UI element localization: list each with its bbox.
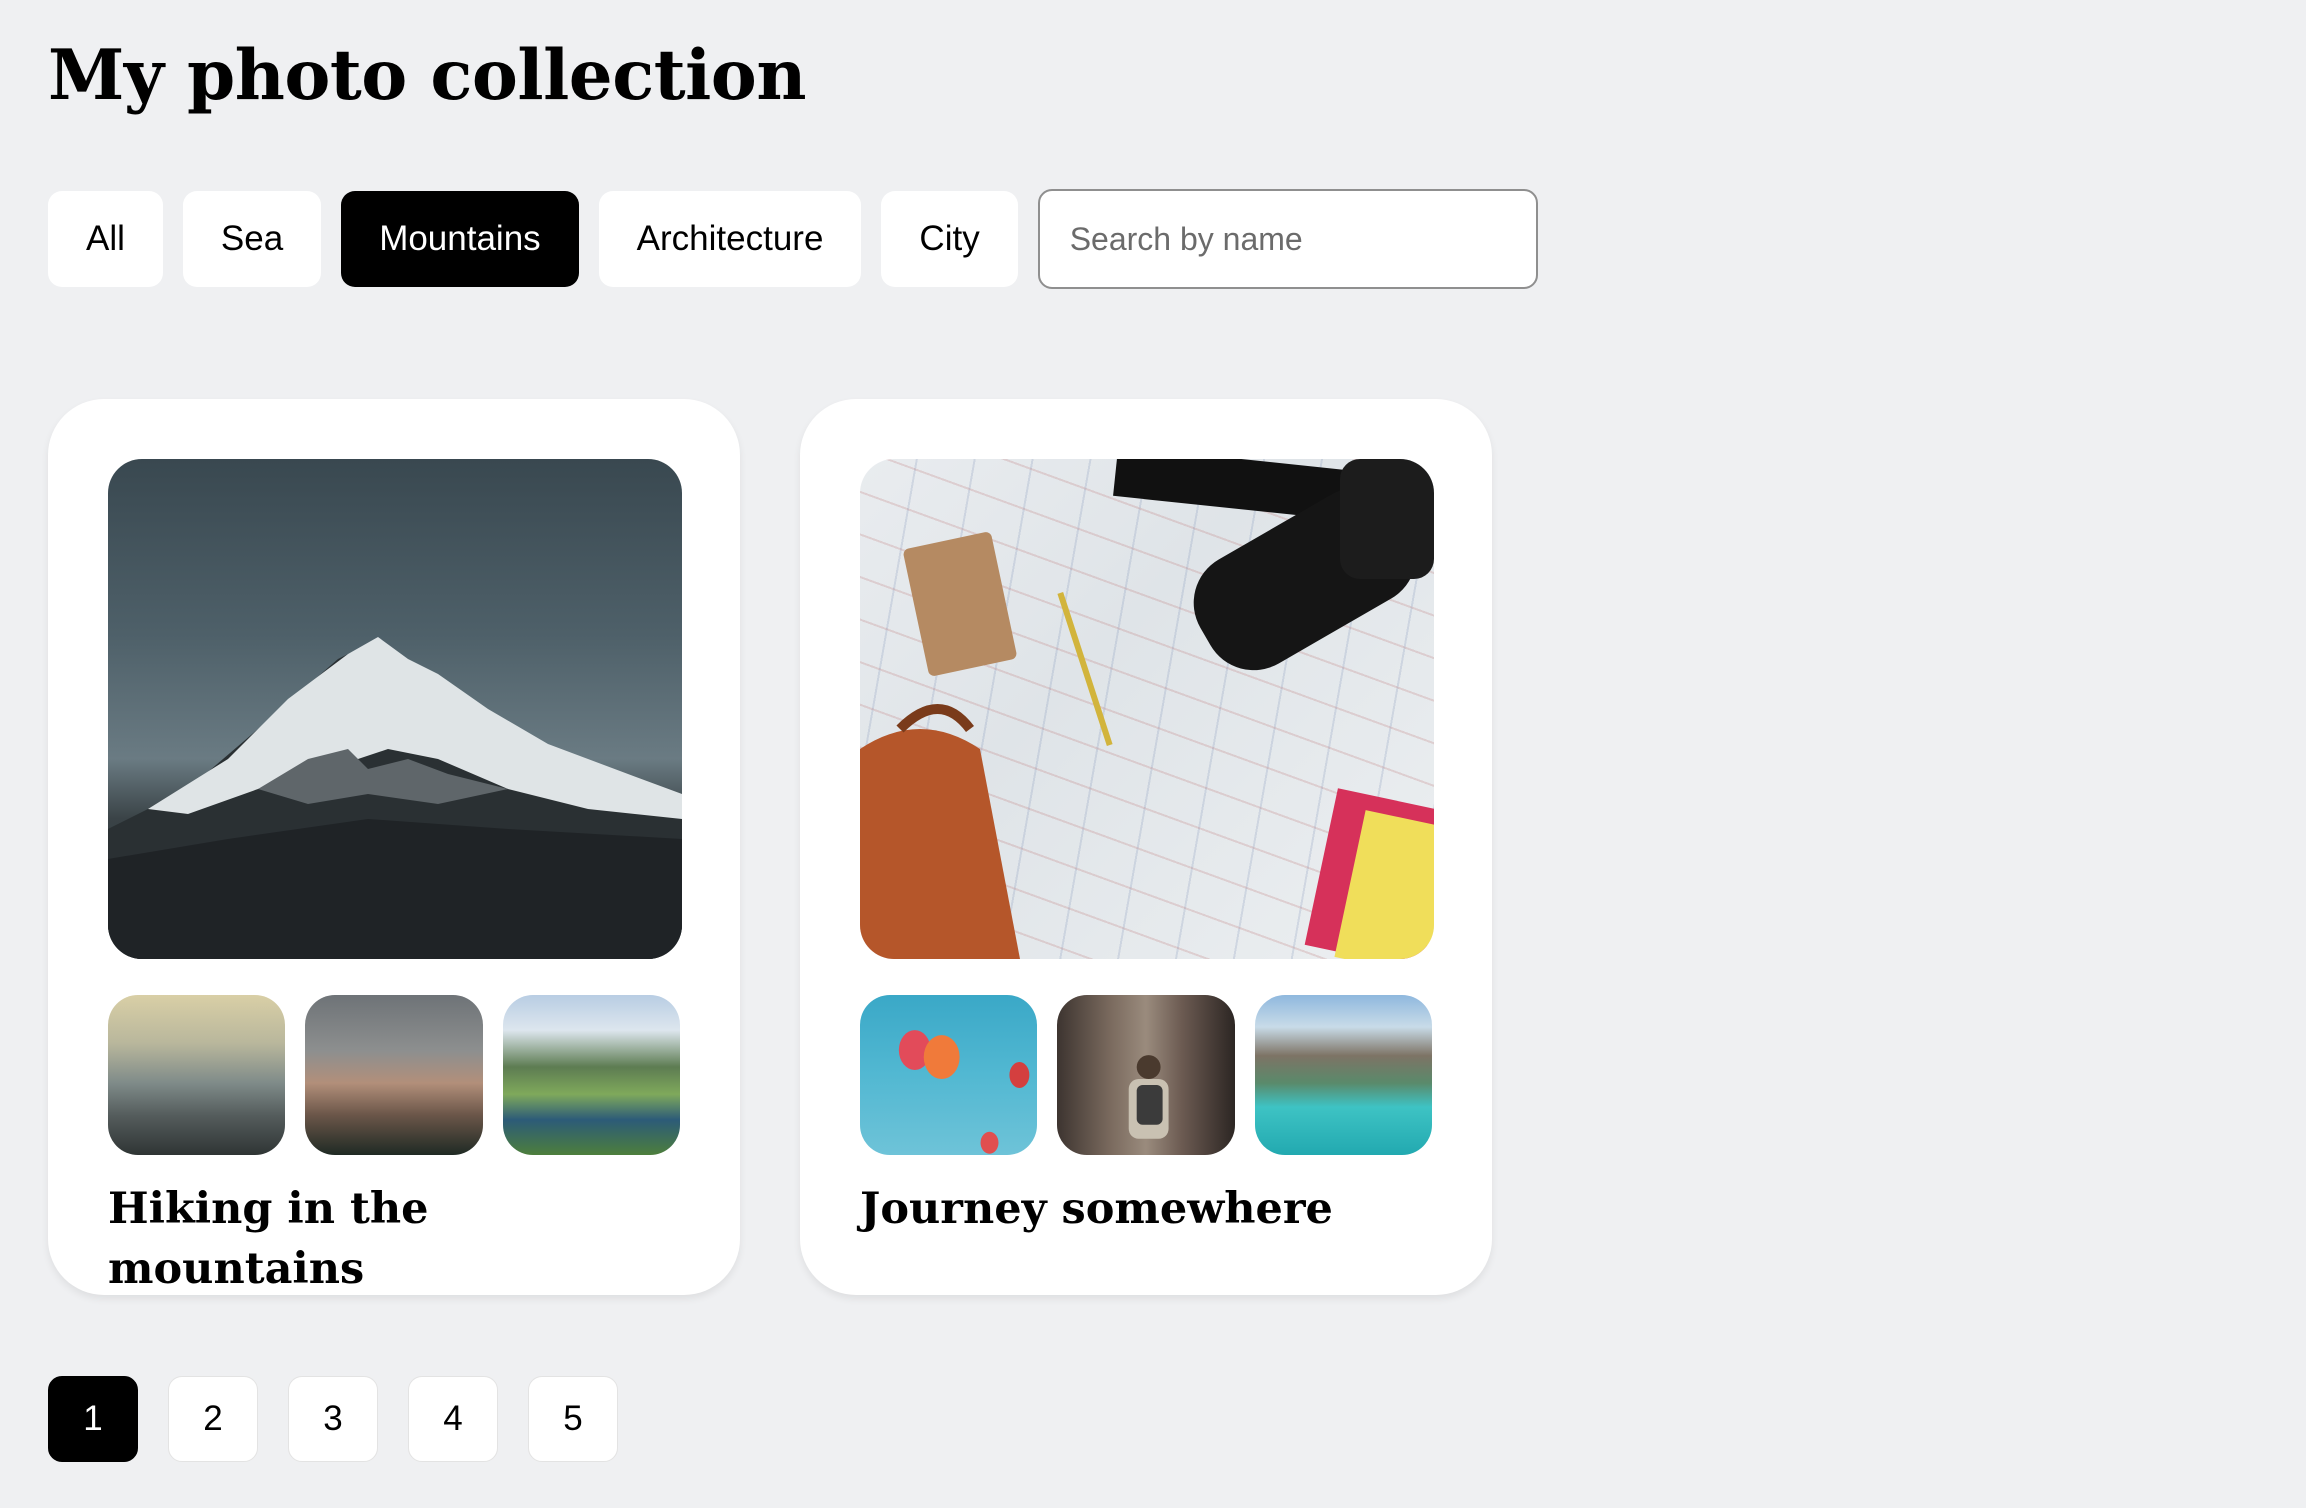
thumbnail-hot-air-balloons[interactable]: [860, 995, 1038, 1155]
collection-title: Journey somewhere: [860, 1184, 1333, 1234]
collection-card[interactable]: Journey somewhere: [800, 399, 1492, 1295]
thumbnail-traveler-alley[interactable]: [1057, 995, 1235, 1155]
photo-collection-page: My photo collection All Sea Mountains Ar…: [0, 0, 2306, 1508]
filter-chip-city[interactable]: City: [881, 191, 1018, 287]
thumbnail-turquoise-lake[interactable]: [1254, 995, 1432, 1155]
page-button-4[interactable]: 4: [408, 1376, 498, 1462]
collection-main-photo[interactable]: [108, 459, 682, 959]
balloons-image: [898, 1030, 1030, 1154]
page-button-3[interactable]: 3: [288, 1376, 378, 1462]
collection-grid: Hiking in the mountains Journey somewher…: [48, 399, 1492, 1295]
travel-flatlay-image: [860, 459, 1434, 959]
traveler-image: [1129, 1055, 1169, 1139]
page-button-1[interactable]: 1: [48, 1376, 138, 1462]
thumbnail-misty-ridges[interactable]: [108, 995, 286, 1155]
page-button-2[interactable]: 2: [168, 1376, 258, 1462]
page-button-5[interactable]: 5: [528, 1376, 618, 1462]
thumbnail-alpine-lake[interactable]: [502, 995, 680, 1155]
collection-card[interactable]: Hiking in the mountains: [48, 399, 740, 1295]
filter-chip-mountains[interactable]: Mountains: [341, 191, 579, 287]
thumbnail-row: [108, 995, 680, 1155]
thumbnail-row: [860, 995, 1432, 1155]
filter-chip-sea[interactable]: Sea: [182, 191, 322, 287]
snowy-mountain-image: [108, 637, 682, 959]
search-input[interactable]: [1037, 189, 1538, 289]
filter-bar: All Sea Mountains Architecture City: [48, 189, 1538, 289]
filter-chip-architecture[interactable]: Architecture: [598, 191, 862, 287]
filter-chip-all[interactable]: All: [48, 191, 163, 287]
page-title: My photo collection: [48, 35, 807, 116]
thumbnail-rocky-peaks[interactable]: [305, 995, 483, 1155]
collection-main-photo[interactable]: [860, 459, 1434, 959]
collection-title: Hiking in the mountains: [108, 1184, 429, 1294]
pagination: 1 2 3 4 5: [48, 1376, 618, 1462]
